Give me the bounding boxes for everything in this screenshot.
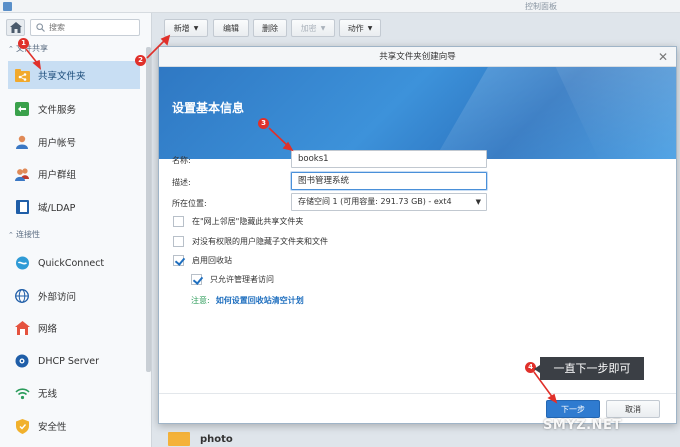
sidebar-item-domain-ldap[interactable]: 域/LDAP — [8, 193, 140, 221]
enable-recycle-bin-option[interactable]: 启用回收站 — [173, 255, 232, 266]
quickconnect-icon — [14, 255, 30, 271]
dialog-banner: 设置基本信息 — [159, 67, 676, 159]
window-titlebar: 控制面板 — [0, 0, 680, 13]
dialog-titlebar: 共享文件夹创建向导 ✕ — [159, 47, 676, 67]
enable-recycle-bin-checkbox[interactable] — [173, 255, 184, 266]
admin-only-checkbox[interactable] — [191, 274, 202, 285]
wireless-icon — [14, 385, 30, 401]
recycle-bin-schedule-link[interactable]: 如何设置回收站清空计划 — [216, 296, 304, 305]
watermark: SMYZ.NET — [543, 418, 622, 433]
dhcp-icon — [14, 353, 30, 369]
sidebar-item-user-account[interactable]: 用户帐号 — [8, 128, 140, 156]
domain-ldap-icon — [14, 199, 30, 215]
annotation-marker-3: 3 — [258, 118, 269, 129]
name-label: 名称: — [172, 156, 191, 165]
location-label: 所在位置: — [172, 199, 207, 208]
search-icon — [36, 23, 45, 32]
control-panel-app-icon — [3, 2, 12, 11]
sidebar: ⌃文件共享 共享文件夹 文件服务 用户帐号 用户群组 域/LDAP ⌃连接性 — [0, 13, 152, 447]
sidebar-item-wireless[interactable]: 无线 — [8, 379, 140, 407]
sidebar-item-user-group[interactable]: 用户群组 — [8, 160, 140, 188]
admin-only-option[interactable]: 只允许管理者访问 — [191, 274, 274, 285]
action-button[interactable]: 动作 ▼ — [339, 19, 381, 37]
dialog-title: 共享文件夹创建向导 — [379, 52, 456, 62]
sidebar-item-network[interactable]: 网络 — [8, 314, 140, 342]
next-button[interactable]: 下一步 — [546, 400, 600, 418]
description-field[interactable]: 图书管理系统 — [291, 172, 487, 190]
file-services-icon — [14, 101, 30, 117]
external-access-icon — [14, 288, 30, 304]
chevron-down-icon: ▼ — [367, 24, 373, 32]
hide-subfolders-option[interactable]: 对没有权限的用户隐藏子文件夹和文件 — [173, 236, 328, 247]
shield-icon — [14, 418, 30, 434]
shared-folder-icon — [14, 67, 30, 83]
annotation-marker-2: 2 — [135, 55, 146, 66]
hide-subfolders-checkbox[interactable] — [173, 236, 184, 247]
chevron-up-icon: ⌃ — [8, 231, 14, 239]
recycle-bin-note: 注意: 如何设置回收站清空计划 — [191, 296, 304, 305]
sidebar-item-file-services[interactable]: 文件服务 — [8, 95, 140, 123]
group-icon — [14, 166, 30, 182]
hide-in-network-checkbox[interactable] — [173, 216, 184, 227]
sidebar-item-shared-folder[interactable]: 共享文件夹 — [8, 61, 140, 89]
close-icon[interactable]: ✕ — [658, 50, 668, 64]
sidebar-scrollbar[interactable] — [146, 47, 151, 372]
toolbar: 新增 ▼ 编辑 删除 加密 ▼ 动作 ▼ — [156, 15, 680, 41]
window-title: 控制面板 — [525, 2, 557, 11]
folder-icon — [168, 432, 190, 446]
dialog-heading: 设置基本信息 — [172, 101, 245, 115]
annotation-callout: 一直下一步即可 — [534, 357, 644, 380]
chevron-down-icon: ▼ — [320, 24, 326, 32]
list-item[interactable]: photo — [168, 432, 233, 446]
location-select[interactable]: 存储空间 1 (可用容量: 291.73 GB) - ext4 ▼ — [291, 193, 487, 211]
sidebar-item-quickconnect[interactable]: QuickConnect — [8, 249, 140, 277]
sidebar-item-security[interactable]: 安全性 — [8, 412, 140, 440]
section-connectivity[interactable]: ⌃ 连接性 — [8, 229, 40, 240]
description-label: 描述: — [172, 178, 191, 187]
home-icon — [10, 22, 22, 33]
cancel-button[interactable]: 取消 — [606, 400, 660, 418]
delete-button[interactable]: 删除 — [253, 19, 287, 37]
home-button[interactable] — [6, 19, 25, 36]
hide-in-network-option[interactable]: 在"网上邻居"隐藏此共享文件夹 — [173, 216, 303, 227]
chevron-down-icon: ▼ — [475, 198, 481, 206]
network-icon — [14, 320, 30, 336]
search-field[interactable] — [30, 19, 140, 36]
sidebar-item-dhcp-server[interactable]: DHCP Server — [8, 347, 140, 375]
name-field[interactable]: books1 — [291, 150, 487, 168]
search-input[interactable] — [49, 21, 137, 34]
sidebar-item-external-access[interactable]: 外部访问 — [8, 282, 140, 310]
user-icon — [14, 134, 30, 150]
edit-button[interactable]: 编辑 — [213, 19, 249, 37]
create-button[interactable]: 新增 ▼ — [164, 19, 208, 37]
encrypt-button[interactable]: 加密 ▼ — [291, 19, 335, 37]
annotation-marker-1: 1 — [18, 38, 29, 49]
chevron-up-icon: ⌃ — [8, 45, 14, 53]
chevron-down-icon: ▼ — [193, 24, 199, 32]
